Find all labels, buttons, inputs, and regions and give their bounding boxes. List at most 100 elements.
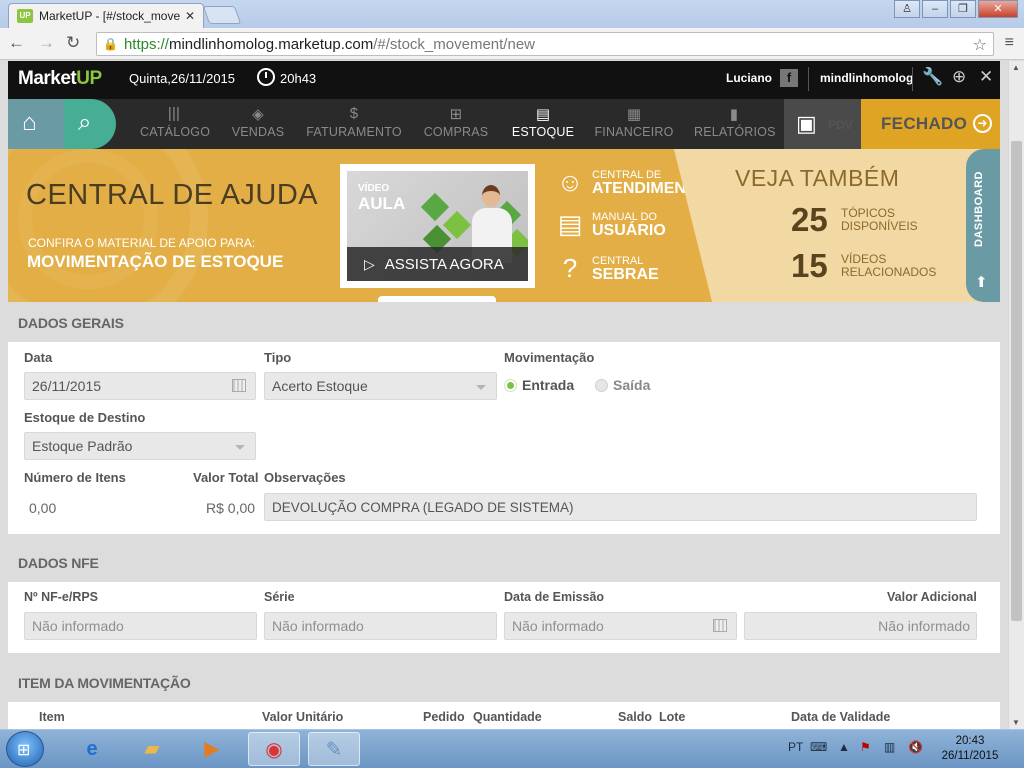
network-icon[interactable]: ▥	[884, 740, 895, 754]
nav-financeiro[interactable]: ▦ FINANCEIRO	[594, 105, 674, 139]
home-button[interactable]: ⌂	[8, 99, 64, 149]
question-bubble-icon: ?	[562, 253, 578, 283]
valor-total-label: Valor Total	[193, 470, 259, 485]
serie-input[interactable]: Não informado	[264, 612, 497, 640]
user-manual-link[interactable]: ▤ MANUAL DO USUÁRIO	[553, 207, 666, 241]
user-name[interactable]: Luciano	[726, 71, 772, 85]
lifebuoy-icon[interactable]: ⊕	[952, 67, 966, 87]
nf-input[interactable]: Não informado	[24, 612, 257, 640]
address-bar[interactable]: 🔒 https:// mindlinhomolog.marketup.com /…	[96, 32, 994, 56]
banner-collapse-tab[interactable]	[378, 296, 496, 302]
paint-icon[interactable]: ✎	[308, 732, 360, 766]
radio-saida[interactable]: Saída	[595, 377, 650, 393]
date-input[interactable]: 26/11/2015	[24, 372, 256, 400]
bookmark-star-icon[interactable]: ☆	[973, 35, 987, 55]
nav-faturamento[interactable]: $ FATURAMENTO	[306, 105, 402, 139]
col-pedido: Pedido	[423, 710, 465, 724]
section-dados-nfe: DADOS NFE	[18, 555, 99, 571]
nav-relatorios[interactable]: ▮ RELATÓRIOS	[694, 105, 775, 139]
file-explorer-icon[interactable]: ▰	[126, 732, 178, 766]
tab-close-icon[interactable]: ✕	[185, 9, 195, 23]
col-item: Item	[39, 710, 65, 724]
browser-tab[interactable]: UP MarketUP - [#/stock_move ✕	[8, 3, 204, 28]
calendar-icon[interactable]	[232, 379, 246, 392]
nav-catalogo[interactable]: ||| CATÁLOGO	[140, 105, 210, 139]
scroll-up-icon[interactable]: ▲	[1012, 63, 1020, 72]
start-button[interactable]: ⊞	[6, 731, 44, 767]
action-center-icon[interactable]: ⚑	[860, 740, 871, 754]
movimentacao-label: Movimentação	[504, 350, 595, 365]
show-hidden-icons-icon[interactable]: ▲	[838, 740, 850, 754]
col-saldo: Saldo	[618, 710, 653, 724]
nav-label: FATURAMENTO	[306, 125, 402, 139]
hexagon-shape	[420, 192, 450, 222]
estoque-destino-select[interactable]: Estoque Padrão	[24, 432, 256, 460]
arrow-right-circle-icon: ➜	[973, 114, 992, 133]
logout-icon[interactable]: ✕	[979, 67, 993, 87]
play-icon: ▷	[364, 255, 375, 272]
clock-icon	[257, 68, 275, 86]
observacoes-input[interactable]: DEVOLUÇÃO COMPRA (LEGADO DE SISTEMA)	[264, 493, 977, 521]
home-icon: ⌂	[22, 109, 37, 136]
watch-now-button[interactable]: ▷ ASSISTA AGORA	[347, 247, 528, 281]
pdv-button[interactable]: ▣ PDV	[784, 99, 861, 149]
volume-muted-icon[interactable]: 🔇	[908, 740, 923, 754]
calendar-icon[interactable]	[713, 619, 727, 632]
facebook-icon[interactable]: f	[780, 69, 798, 87]
numero-itens-label: Número de Itens	[24, 470, 126, 485]
valor-adicional-input[interactable]: Não informado	[744, 612, 977, 640]
taskbar-clock[interactable]: 20:43 26/11/2015	[930, 734, 1010, 764]
link-line2: USUÁRIO	[592, 222, 666, 239]
video-tutorial[interactable]: VÍDEO AULA ▷ ASSISTA AGORA	[340, 164, 535, 288]
nav-vendas[interactable]: ◈ VENDAS	[228, 105, 288, 139]
page-scrollbar[interactable]: ▲ ▼	[1008, 61, 1024, 729]
cash-register-icon: ▣	[796, 111, 817, 136]
videos-stat[interactable]: 15 VÍDEOS RELACIONADOS	[791, 247, 951, 285]
search-button[interactable]: ⌕	[64, 99, 116, 149]
media-player-icon[interactable]: ▶	[186, 732, 238, 766]
see-also-title: VEJA TAMBÉM	[735, 165, 900, 191]
browser-titlebar: UP MarketUP - [#/stock_move ✕ ♙ – ❐ ✕	[0, 0, 1024, 28]
cashier-status-button[interactable]: FECHADO ➜	[861, 99, 1000, 149]
tipo-select[interactable]: Acerto Estoque	[264, 372, 497, 400]
observacoes-label: Observações	[264, 470, 346, 485]
pdv-label: PDV	[828, 118, 853, 132]
dashboard-tab[interactable]: DASHBOARD ⬆	[966, 149, 1000, 302]
forward-icon[interactable]: →	[38, 33, 55, 53]
radio-unchecked-icon	[595, 378, 608, 392]
radio-entrada[interactable]: Entrada	[504, 377, 574, 393]
numero-itens-value: 0,00	[29, 500, 57, 516]
minimize-button[interactable]: –	[922, 0, 948, 18]
chrome-icon[interactable]: ◉	[248, 732, 300, 766]
topics-stat[interactable]: 25 TÓPICOS DISPONÍVEIS	[791, 201, 951, 239]
chrome-menu-icon[interactable]: ≡	[1005, 34, 1014, 52]
scroll-down-icon[interactable]: ▼	[1012, 718, 1020, 727]
wrench-icon[interactable]: 🔧	[922, 67, 943, 87]
new-tab-button[interactable]	[202, 6, 242, 24]
url-scheme: https://	[123, 35, 169, 53]
close-window-button[interactable]: ✕	[978, 0, 1018, 18]
help-title: CENTRAL DE AJUDA	[26, 179, 319, 211]
url-host: mindlinhomolog.marketup.com	[168, 35, 374, 53]
dados-nfe-panel: Nº NF-e/RPS Não informado Série Não info…	[8, 582, 1000, 653]
current-date: Quinta,26/11/2015	[129, 71, 236, 86]
back-icon[interactable]: ←	[8, 33, 25, 53]
user-profile-icon[interactable]: ♙	[894, 0, 920, 18]
nav-compras[interactable]: ⊞ COMPRAS	[423, 105, 489, 139]
bar-chart-icon: ▮	[729, 106, 739, 123]
arrow-up-icon: ⬆	[975, 274, 988, 291]
tipo-value: Acerto Estoque	[272, 378, 368, 394]
marketup-logo[interactable]: MarketUP	[18, 68, 102, 90]
account-name[interactable]: mindlinhomolog	[820, 71, 913, 85]
sebrae-link[interactable]: ? CENTRAL SEBRAE	[553, 251, 659, 285]
nf-label: Nº NF-e/RPS	[24, 590, 99, 604]
language-indicator[interactable]: PT	[788, 740, 803, 754]
reload-icon[interactable]: ↻	[66, 33, 80, 53]
scrollbar-thumb[interactable]	[1011, 141, 1022, 621]
data-emissao-input[interactable]: Não informado	[504, 612, 737, 640]
nav-estoque[interactable]: ▤ ESTOQUE	[510, 105, 576, 139]
internet-explorer-icon[interactable]: e	[66, 732, 118, 766]
maximize-button[interactable]: ❐	[950, 0, 976, 18]
keyboard-icon[interactable]: ⌨	[810, 740, 827, 754]
logo-market: Market	[18, 68, 77, 89]
